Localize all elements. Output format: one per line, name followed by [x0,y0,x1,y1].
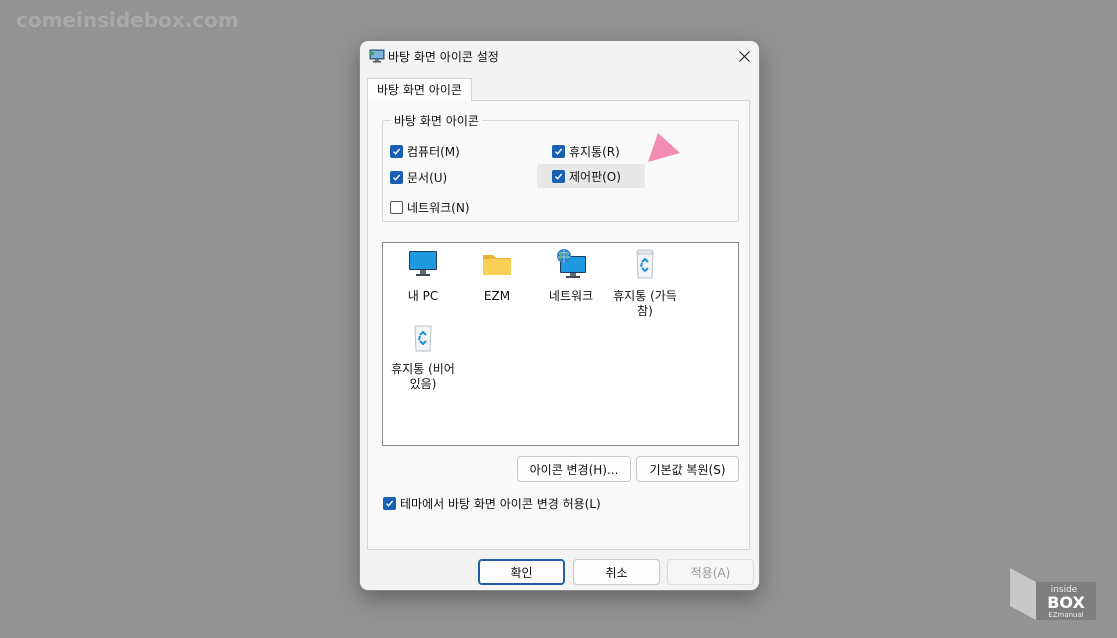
icon-label: 휴지통 (비어 있음) [391,362,455,391]
close-icon [738,50,750,62]
icon-list[interactable]: 내 PC EZM 네트워크 휴지통 (가득 참) 휴지통 (비어 있음) [382,242,739,446]
control-panel-checkbox-label: 제어판(O) [569,169,621,184]
ok-button[interactable]: 확인 [478,559,565,585]
recycle-bin-checkbox-label: 휴지통(R) [569,145,620,159]
network-icon [557,249,586,278]
apply-button[interactable]: 적용(A) [667,559,754,585]
checkbox-checked-icon [390,171,403,184]
checkbox-checked-icon [390,145,403,158]
list-item[interactable]: EZM [462,248,532,304]
site-watermark: comeinsidebox.com [16,8,239,32]
icon-label: 네트워크 [548,289,594,303]
allow-themes-checkbox[interactable]: 테마에서 바탕 화면 아이콘 변경 허용(L) [383,495,601,512]
recycle-bin-checkbox[interactable]: 휴지통(R) [552,143,620,160]
change-icon-button[interactable]: 아이콘 변경(H)... [517,456,631,482]
cancel-button[interactable]: 취소 [573,559,660,585]
checkbox-checked-icon [552,169,565,183]
desktop-settings-app-icon [369,49,385,63]
dialog-title: 바탕 화면 아이콘 설정 [388,50,499,64]
svg-text:BOX: BOX [1047,593,1085,612]
documents-checkbox[interactable]: 문서(U) [390,169,447,186]
documents-checkbox-label: 문서(U) [407,171,448,185]
checkbox-checked-icon [383,497,396,510]
tab-panel: 바탕 화면 아이콘 컴퓨터(M) 휴지통(R) 문서(U) 제어판(O) 네트워… [367,100,750,550]
control-panel-checkbox[interactable]: 제어판(O) [537,164,645,188]
network-checkbox-label: 네트워크(N) [407,201,470,215]
checkbox-unchecked-icon [390,201,403,214]
close-button[interactable] [729,41,759,71]
folder-icon [483,255,511,275]
list-item[interactable]: 휴지통 (비어 있음) [388,321,458,392]
insidebox-logo: inside BOX EZmanual [1010,568,1096,620]
title-bar: 바탕 화면 아이콘 설정 [360,41,759,71]
tab-desktop-icons[interactable]: 바탕 화면 아이콘 [367,78,472,101]
recycle-bin-empty-icon [414,325,432,352]
recycle-bin-full-icon [636,249,654,279]
desktop-icon-settings-dialog: 바탕 화면 아이콘 설정 바탕 화면 아이콘 바탕 화면 아이콘 컴퓨터(M) … [360,41,759,590]
icon-label: 휴지통 (가득 참) [613,289,677,318]
icon-label: EZM [483,289,511,303]
pointer-arrow-icon [648,133,680,162]
computer-checkbox[interactable]: 컴퓨터(M) [390,143,460,160]
restore-default-button[interactable]: 기본값 복원(S) [636,456,739,482]
group-label: 바탕 화면 아이콘 [391,112,482,129]
icon-label: 내 PC [407,289,439,303]
list-item[interactable]: 네트워크 [536,248,606,304]
svg-text:EZmanual: EZmanual [1048,611,1083,619]
allow-themes-label: 테마에서 바탕 화면 아이콘 변경 허용(L) [400,497,601,511]
computer-checkbox-label: 컴퓨터(M) [407,145,460,159]
list-item[interactable]: 휴지통 (가득 참) [610,248,680,319]
desktop-icons-group: 바탕 화면 아이콘 컴퓨터(M) 휴지통(R) 문서(U) 제어판(O) 네트워… [382,112,739,222]
list-item[interactable]: 내 PC [388,248,458,304]
checkbox-checked-icon [552,145,565,158]
monitor-icon [409,251,437,276]
network-checkbox[interactable]: 네트워크(N) [390,199,470,216]
